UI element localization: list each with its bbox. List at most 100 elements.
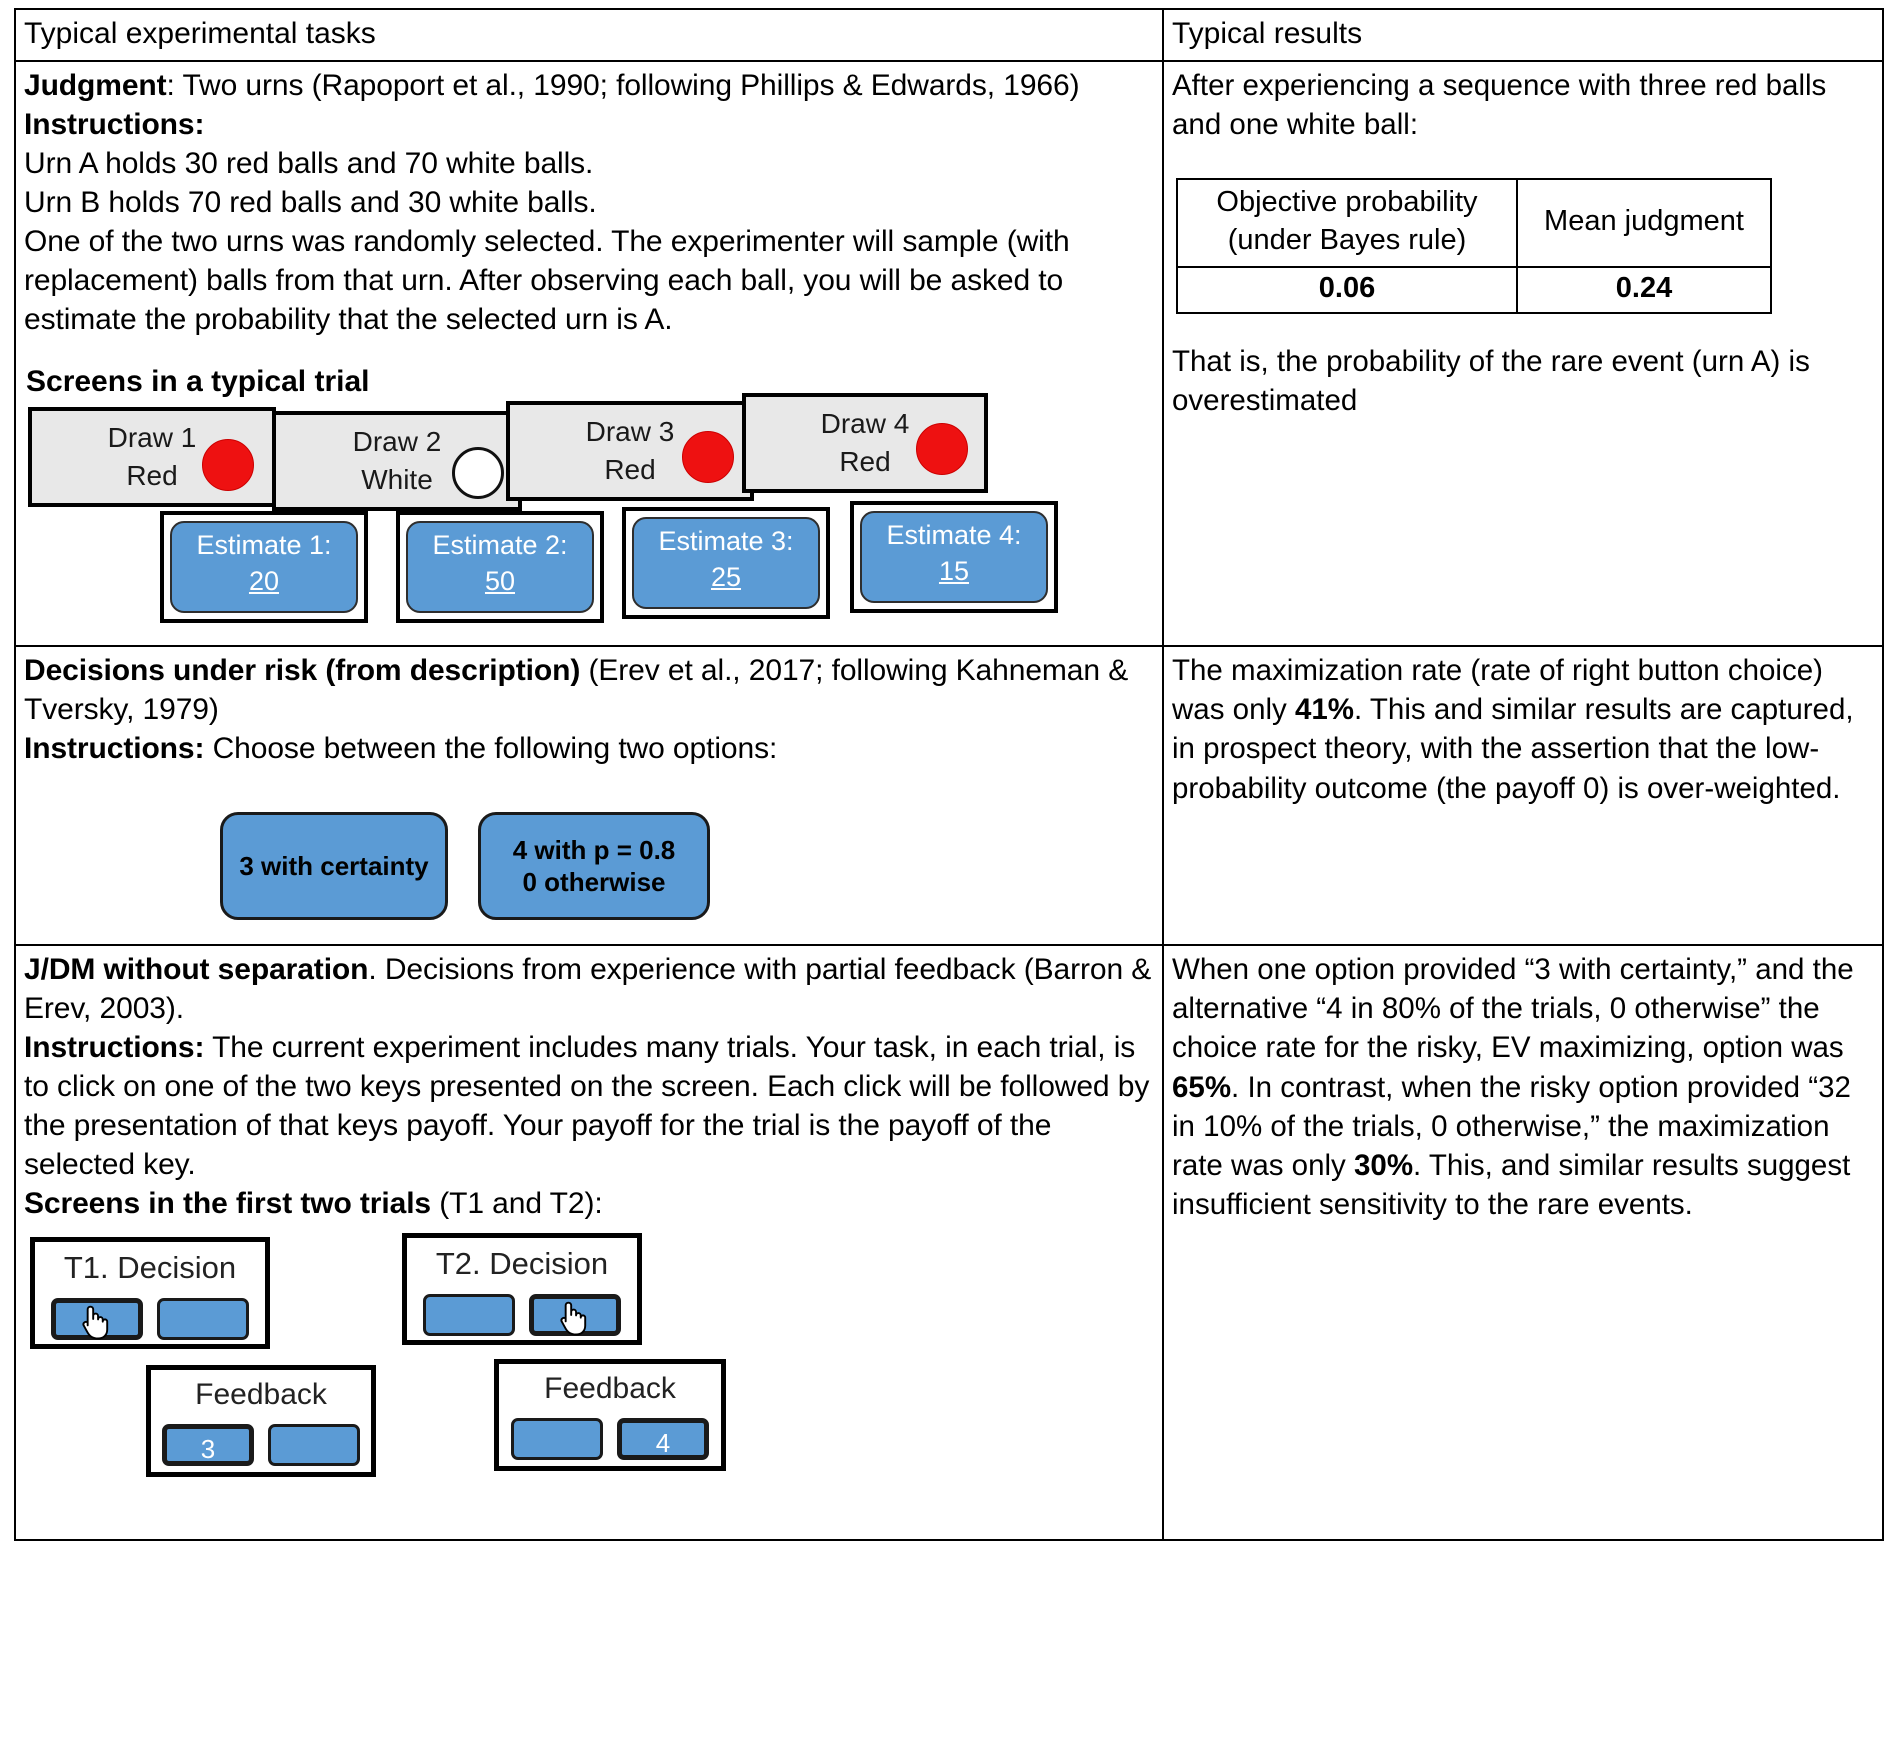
trial-2-key-row [407, 1294, 637, 1336]
trial-1-key-right[interactable] [157, 1298, 249, 1340]
results-value-objective: 0.06 [1176, 265, 1518, 314]
red-ball-icon [682, 431, 734, 483]
jdm-task-cell: J/DM without separation. Decisions from … [14, 944, 1164, 1541]
risk-instructions-rest: Choose between the following two options… [204, 732, 778, 765]
jdm-results-pre: When one option provided “3 with certain… [1172, 953, 1854, 1065]
judgment-results-intro: After experiencing a sequence with three… [1172, 69, 1827, 142]
judgment-line-1: Urn A holds 30 red balls and 70 white ba… [24, 147, 594, 180]
judgment-line-2: Urn B holds 70 red balls and 30 white ba… [24, 186, 597, 219]
estimate-3-value: 25 [710, 561, 742, 592]
jdm-results-cell: When one option provided “3 with certain… [1162, 944, 1884, 1541]
jdm-instructions-label: Instructions: [24, 1031, 205, 1064]
judgment-body: Judgment: Two urns (Rapoport et al., 199… [24, 66, 1154, 339]
option-risky-line1: 4 with p = 0.8 [512, 834, 676, 865]
option-button-risky[interactable]: 4 with p = 0.8 0 otherwise [478, 812, 710, 920]
results-header-row: Objective probability (under Bayes rule)… [1176, 178, 1772, 268]
estimate-frame-2: Estimate 2: 50 [396, 511, 604, 623]
typical-trial-screens: Draw 1 Red Draw 2 White Draw 3 Red Draw … [24, 393, 1154, 639]
draw-screen-3: Draw 3 Red [506, 401, 754, 501]
estimate-frame-3: Estimate 3: 25 [622, 507, 830, 619]
risk-title-line: Decisions under risk (from description) … [24, 651, 1154, 729]
header-label-results: Typical results [1172, 17, 1363, 50]
trial-1-decision-screen: T1. Decision [30, 1237, 270, 1349]
trial-2-decision-title: T2. Decision [435, 1246, 609, 1281]
risk-title-bold: Decisions under risk (from description) [24, 654, 581, 687]
header-cell-results: Typical results [1162, 8, 1884, 62]
estimate-frame-4: Estimate 4: 15 [850, 501, 1058, 613]
trial-1-key-row [35, 1298, 265, 1340]
trial-2-decision-screen: T2. Decision [402, 1233, 642, 1345]
draw-screen-4: Draw 4 Red [742, 393, 988, 493]
jdm-screens-line: Screens in the first two trials (T1 and … [24, 1184, 1154, 1223]
hand-cursor-icon [560, 1301, 587, 1336]
table-row-judgment: Judgment: Two urns (Rapoport et al., 199… [14, 60, 1884, 647]
risk-instructions-line: Instructions: Choose between the followi… [24, 729, 1154, 768]
trial-2-feedback-key-right: 4 [617, 1418, 709, 1460]
estimate-3-label: Estimate 3: [658, 526, 794, 556]
risk-task-cell: Decisions under risk (from description) … [14, 645, 1164, 946]
trial-1-decision-title: T1. Decision [63, 1250, 237, 1285]
estimate-screen-4[interactable]: Estimate 4: 15 [860, 511, 1048, 603]
trial-2-key-right[interactable] [529, 1294, 621, 1336]
trial-1-feedback-key-row: 3 [151, 1424, 371, 1466]
estimate-4-value: 15 [938, 555, 970, 586]
jdm-screens-rest: (T1 and T2): [431, 1187, 603, 1220]
judgment-results-cell: After experiencing a sequence with three… [1162, 60, 1884, 647]
hand-cursor-icon [82, 1305, 109, 1340]
estimate-screen-3[interactable]: Estimate 3: 25 [632, 517, 820, 609]
judgment-line-3: One of the two urns was randomly selecte… [24, 225, 1070, 336]
risk-body: Decisions under risk (from description) … [24, 651, 1154, 768]
trial-2-feedback-title: Feedback [544, 1372, 676, 1405]
risk-results-rate: 41% [1294, 693, 1355, 727]
option-button-safe[interactable]: 3 with certainty [220, 812, 448, 920]
estimate-frame-1: Estimate 1: 20 [160, 511, 368, 623]
option-risky-text: 4 with p = 0.8 0 otherwise [513, 834, 676, 899]
jdm-screens-bold: Screens in the first two trials [24, 1187, 432, 1220]
white-ball-icon [452, 447, 504, 499]
option-risky-line2: 0 otherwise [522, 867, 666, 897]
risk-results-text: The maximization rate (rate of right but… [1172, 651, 1874, 808]
jdm-results-rate-65: 65% [1172, 1070, 1232, 1104]
jdm-results-rate-30: 30% [1354, 1149, 1414, 1183]
risk-results-cell: The maximization rate (rate of right but… [1162, 645, 1884, 946]
risk-options-row: 3 with certainty 4 with p = 0.8 0 otherw… [24, 812, 1154, 920]
draw-screen-2: Draw 2 White [272, 411, 522, 511]
results-header-objective: Objective probability (under Bayes rule) [1176, 178, 1518, 268]
estimate-2-value: 50 [484, 565, 516, 596]
jdm-instructions-line: Instructions: The current experiment inc… [24, 1028, 1154, 1184]
estimate-screen-1[interactable]: Estimate 1: 20 [170, 521, 358, 613]
results-value-mean: 0.24 [1516, 265, 1772, 314]
trial-1-feedback-screen: Feedback 3 [146, 1365, 376, 1477]
trial-1-feedback-title: Feedback [195, 1378, 327, 1411]
estimate-screen-2[interactable]: Estimate 2: 50 [406, 521, 594, 613]
option-safe-line1: 3 with certainty [239, 850, 429, 881]
table-row-decisions-under-risk: Decisions under risk (from description) … [14, 645, 1884, 946]
estimate-2-label: Estimate 2: [432, 530, 568, 560]
table-header-row: Typical experimental tasks Typical resul… [14, 8, 1884, 62]
estimate-4-label: Estimate 4: [886, 520, 1022, 550]
draw-screen-1: Draw 1 Red [28, 407, 276, 507]
risk-instructions-label: Instructions: [24, 732, 205, 765]
jdm-body: J/DM without separation. Decisions from … [24, 950, 1154, 1223]
judgment-instructions-label: Instructions: [24, 108, 205, 141]
judgment-results-table-wrap: Objective probability (under Bayes rule)… [1172, 178, 1874, 314]
trial-2-feedback-key-left [511, 1418, 603, 1460]
judgment-title-line: Judgment: Two urns (Rapoport et al., 199… [24, 66, 1154, 105]
trial-2-feedback-value: 4 [655, 1428, 671, 1458]
estimate-1-value: 20 [248, 565, 280, 596]
jdm-trial-screens: T1. Decision T2. Decision Feedback 3 Fee… [24, 1233, 1154, 1533]
trial-2-key-left[interactable] [423, 1294, 515, 1336]
trial-2-feedback-screen: Feedback 4 [494, 1359, 726, 1471]
trial-1-feedback-value: 3 [200, 1434, 216, 1464]
jdm-title-line: J/DM without separation. Decisions from … [24, 950, 1154, 1028]
red-ball-icon [202, 439, 254, 491]
trial-1-key-left[interactable] [51, 1298, 143, 1340]
jdm-title-bold: J/DM without separation [24, 953, 369, 986]
judgment-results-table: Objective probability (under Bayes rule)… [1176, 178, 1772, 314]
judgment-results-note: That is, the probability of the rare eve… [1172, 344, 1810, 417]
tasks-results-table: Typical experimental tasks Typical resul… [14, 8, 1884, 1541]
judgment-title-rest: : Two urns (Rapoport et al., 1990; follo… [166, 69, 1080, 102]
figure-sheet: Typical experimental tasks Typical resul… [0, 0, 1892, 1758]
judgment-task-cell: Judgment: Two urns (Rapoport et al., 199… [14, 60, 1164, 647]
estimate-1-label: Estimate 1: [196, 530, 332, 560]
